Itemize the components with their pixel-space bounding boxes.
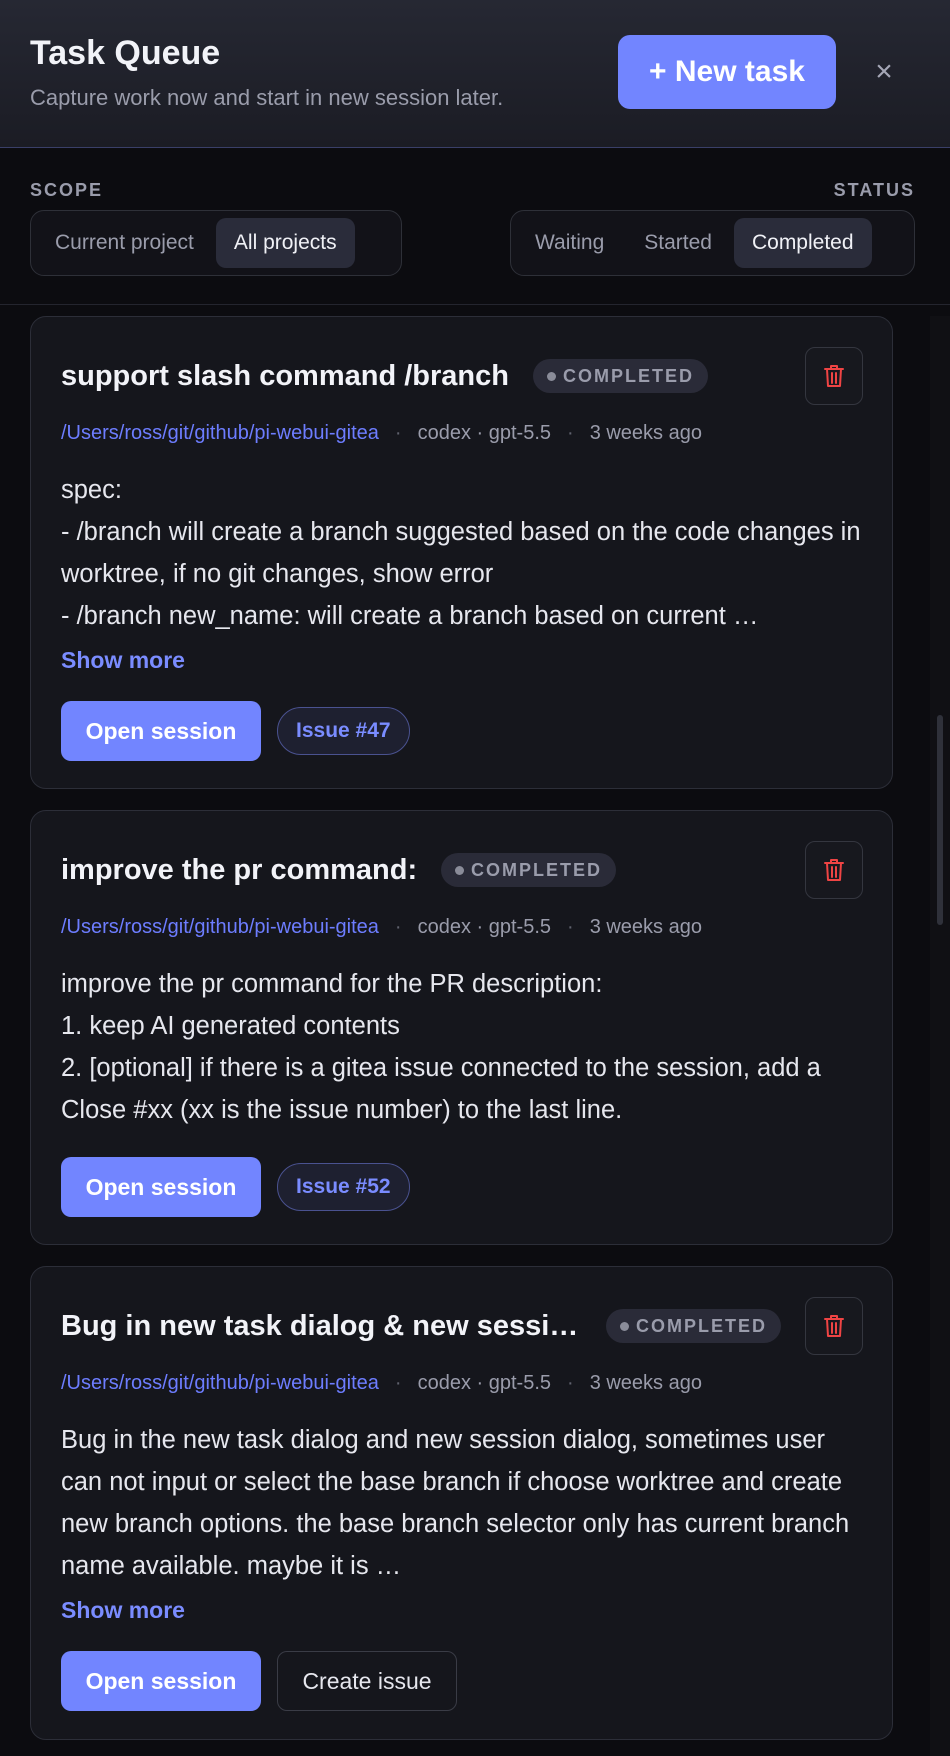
meta-separator: · [394, 1372, 402, 1394]
task-meta: /Users/ross/git/github/pi-webui-gitea · co… [61, 916, 702, 939]
scope-segmented-control: Current project All projects [30, 210, 402, 276]
task-title: Bug in new task dialog & new sessi… [61, 1310, 579, 1342]
scrollbar-thumb[interactable] [937, 715, 943, 925]
trash-icon [824, 859, 844, 881]
task-meta: /Users/ross/git/github/pi-webui-gitea · co… [61, 1372, 702, 1395]
dialog-subtitle: Capture work now and start in new sessio… [30, 85, 504, 110]
status-option-completed[interactable]: Completed [733, 218, 872, 268]
create-issue-button[interactable]: Create issue [277, 1651, 457, 1711]
project-path-link[interactable]: /Users/ross/git/github/pi-webui-gitea [61, 916, 379, 938]
open-session-button[interactable]: Open session [61, 1651, 261, 1711]
issue-link-chip[interactable]: Issue #52 [277, 1163, 410, 1211]
delete-task-button[interactable] [805, 347, 863, 405]
time-label: 3 weeks ago [589, 916, 702, 938]
show-more-link[interactable]: Show more [61, 647, 185, 674]
trash-icon [824, 365, 844, 387]
model-label: codex · gpt-5.5 [417, 1372, 552, 1394]
status-label: STATUS [833, 180, 915, 200]
open-session-button[interactable]: Open session [61, 701, 261, 761]
scope-label: SCOPE [30, 180, 104, 200]
new-task-button[interactable]: + New task [618, 35, 836, 109]
project-path-link[interactable]: /Users/ross/git/github/pi-webui-gitea [61, 422, 379, 444]
meta-separator: · [394, 916, 402, 938]
scrollbar-track[interactable] [930, 316, 950, 1756]
show-more-link[interactable]: Show more [61, 1597, 185, 1624]
open-session-button[interactable]: Open session [61, 1157, 261, 1217]
task-description: spec: - /branch will create a branch sug… [61, 476, 861, 630]
status-badge: COMPLETED [606, 1309, 782, 1343]
project-path-link[interactable]: /Users/ross/git/github/pi-webui-gitea [61, 1372, 379, 1394]
dialog-title: Task Queue [30, 34, 221, 72]
delete-task-button[interactable] [805, 841, 863, 899]
time-label: 3 weeks ago [589, 1372, 702, 1394]
task-description: improve the pr command for the PR descri… [61, 970, 821, 1124]
issue-link-chip[interactable]: Issue #47 [277, 707, 410, 755]
delete-task-button[interactable] [805, 1297, 863, 1355]
task-card: Bug in new task dialog & new sessi… COMP… [30, 1266, 893, 1740]
scope-option-current-project[interactable]: Current project [37, 218, 212, 268]
task-card: support slash command /branch COMPLETED … [30, 316, 893, 789]
model-label: codex · gpt-5.5 [417, 916, 552, 938]
task-title: improve the pr command: [61, 854, 418, 886]
trash-icon [824, 1315, 844, 1337]
status-option-waiting[interactable]: Waiting [517, 218, 622, 268]
task-card: improve the pr command: COMPLETED /Users… [30, 810, 893, 1245]
time-label: 3 weeks ago [589, 422, 702, 444]
task-title: support slash command /branch [61, 360, 509, 392]
model-label: codex · gpt-5.5 [417, 422, 552, 444]
meta-separator: · [567, 1372, 574, 1394]
status-option-started[interactable]: Started [626, 218, 730, 268]
dialog-header: Task Queue Capture work now and start in… [0, 0, 950, 148]
meta-separator: · [394, 422, 402, 444]
status-badge: COMPLETED [533, 359, 709, 393]
close-icon[interactable]: × [868, 52, 900, 92]
task-meta: /Users/ross/git/github/pi-webui-gitea · co… [61, 422, 702, 445]
scope-option-all-projects[interactable]: All projects [215, 218, 355, 268]
meta-separator: · [567, 422, 574, 444]
status-badge: COMPLETED [441, 853, 617, 887]
status-segmented-control: Waiting Started Completed [510, 210, 915, 276]
meta-separator: · [567, 916, 574, 938]
task-description: Bug in the new task dialog and new sessi… [61, 1426, 850, 1580]
